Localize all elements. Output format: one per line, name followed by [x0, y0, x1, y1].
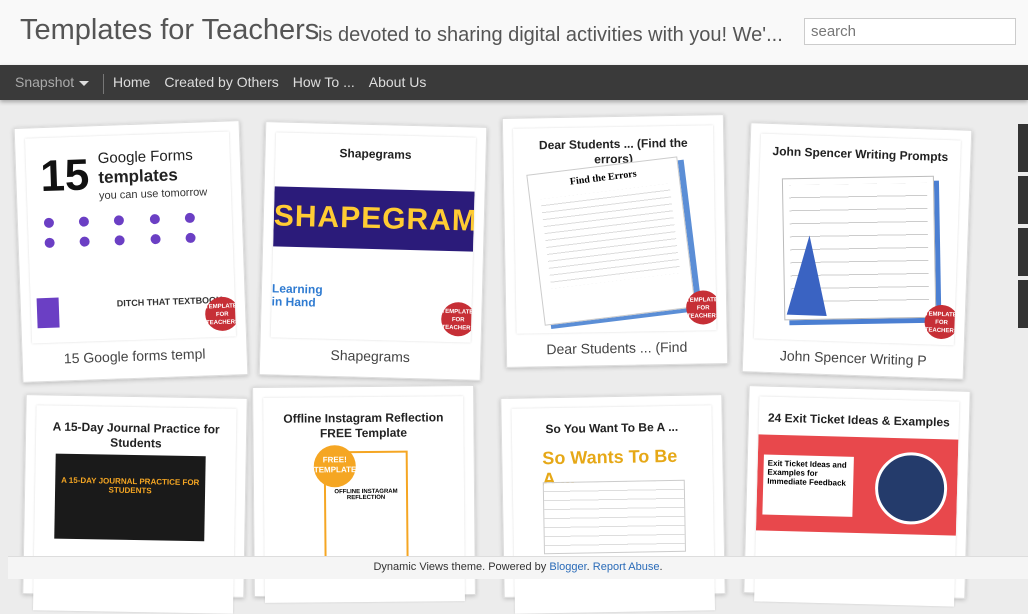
thumb-text: Google Forms — [97, 146, 194, 168]
thumb-heading: A 15-Day Journal Practice for Students — [52, 419, 220, 451]
thumb-banner: So Wants To Be A ... — [542, 445, 678, 490]
doc-lines — [540, 183, 681, 289]
post-thumbnail: Dear Students ... (Find the errors) Find… — [513, 125, 717, 334]
thumb-banner: SHAPEGRAMS — [273, 186, 476, 252]
nav-links: Home Created by Others How To ... About … — [113, 74, 426, 90]
brand-badge: TEMPLATES FOR TEACHERS — [685, 290, 717, 325]
card-title[interactable] — [754, 609, 954, 614]
search-input[interactable] — [804, 18, 1016, 45]
card-title[interactable]: Dear Students ... (Find — [517, 338, 717, 357]
blog-description: is devoted to sharing digital activities… — [318, 24, 783, 46]
brand-badge: TEMPLATES FOR TEACHERS — [923, 304, 961, 340]
post-thumbnail: 15 Google Forms templates you can use to… — [24, 131, 237, 344]
camera-icon — [874, 451, 949, 526]
post-thumbnail: Shapegrams SHAPEGRAMS Learning in Hand T… — [270, 132, 477, 343]
footer-text: Dynamic Views theme. Powered by — [373, 561, 550, 573]
thumb-heading: So You Want To Be A ... — [545, 419, 679, 437]
brand-badge: TEMPLATES FOR TEACHERS — [204, 296, 237, 332]
nav-link-created-by-others[interactable]: Created by Others — [164, 74, 278, 90]
post-thumbnail: A 15-Day Journal Practice for Students A… — [32, 405, 237, 614]
side-tab[interactable] — [1018, 280, 1028, 328]
thumb-number: 15 — [39, 150, 91, 202]
card-title[interactable] — [265, 609, 465, 611]
blog-header: Templates for Teachers is devoted to sha… — [0, 0, 1028, 65]
thumb-heading: John Spencer Writing Prompts — [772, 143, 949, 165]
thumb-heading: Shapegrams — [339, 146, 412, 162]
card-title[interactable]: Shapegrams — [270, 345, 470, 366]
thumb-text: templates — [98, 165, 179, 188]
nav-divider — [103, 74, 104, 94]
brand-badge: TEMPLATES FOR TEACHERS — [440, 301, 476, 337]
thumb-banner: A 15-DAY JOURNAL PRACTICE FOR STUDENTS — [54, 453, 206, 542]
card-title[interactable]: 15 Google forms templ — [32, 344, 236, 367]
post-card[interactable]: Dear Students ... (Find the errors) Find… — [501, 114, 729, 368]
doc-title: Exit Ticket Ideas and Examples for Immed… — [762, 454, 854, 517]
post-card[interactable]: 15 Google Forms templates you can use to… — [13, 120, 249, 383]
post-card[interactable]: John Spencer Writing Prompts TEMPLATES F… — [741, 122, 973, 380]
view-selector-label: Snapshot — [15, 74, 75, 90]
icon-grid — [43, 212, 216, 288]
thumb-heading: Offline Instagram Reflection FREE Templa… — [283, 410, 444, 441]
report-abuse-link[interactable]: Report Abuse — [593, 561, 660, 573]
free-sticker: FREE! TEMPLATE — [313, 445, 356, 488]
nav-bar: Snapshot Home Created by Others How To .… — [0, 65, 1028, 100]
side-tab[interactable] — [1018, 124, 1028, 172]
blog-title[interactable]: Templates for Teachers — [20, 14, 319, 47]
thumb-tag: Learning in Hand — [271, 281, 323, 310]
nav-link-home[interactable]: Home — [113, 74, 150, 90]
thumb-banner: Exit Ticket Ideas and Examples for Immed… — [755, 434, 959, 536]
blogger-link[interactable]: Blogger — [549, 561, 586, 573]
thumb-heading: 24 Exit Ticket Ideas & Examples — [767, 410, 950, 430]
forms-icon — [36, 297, 60, 329]
thumb-document: Find the Errors — [526, 156, 696, 326]
doc-title: OFFLINE INSTAGRAM REFLECTION — [334, 488, 398, 502]
thumb-text: you can use tomorrow — [98, 186, 208, 203]
thumb-document — [542, 479, 686, 555]
card-title[interactable]: John Spencer Writing P — [753, 346, 953, 369]
shape-decoration — [786, 234, 830, 316]
post-card[interactable]: Shapegrams SHAPEGRAMS Learning in Hand T… — [258, 121, 488, 381]
caret-down-icon — [79, 80, 90, 86]
view-selector[interactable]: Snapshot — [15, 74, 90, 90]
side-tab[interactable] — [1018, 176, 1028, 224]
footer: Dynamic Views theme. Powered by Blogger.… — [8, 556, 1028, 579]
post-thumbnail: So You Want To Be A ... So Wants To Be A… — [511, 405, 716, 614]
post-thumbnail: John Spencer Writing Prompts TEMPLATES F… — [753, 133, 961, 346]
side-tab[interactable] — [1018, 228, 1028, 276]
nav-link-about-us[interactable]: About Us — [369, 74, 427, 90]
footer-period: . — [659, 561, 663, 573]
nav-link-how-to[interactable]: How To ... — [293, 74, 355, 90]
